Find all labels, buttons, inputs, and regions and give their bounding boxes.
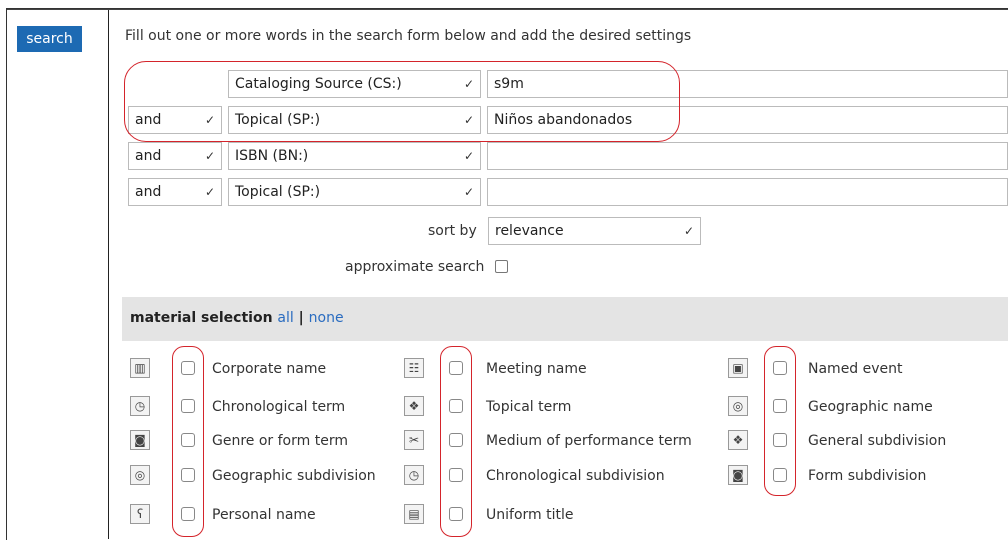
- operator-select-4[interactable]: and ✓: [128, 178, 222, 206]
- sort-label: sort by: [428, 223, 477, 239]
- meeting-icon: ☷: [404, 358, 424, 378]
- sort-select-value: relevance: [495, 223, 564, 239]
- sort-select[interactable]: relevance ✓: [488, 217, 701, 245]
- sidebar-divider: [108, 10, 109, 539]
- material-type-label: Meeting name: [486, 361, 587, 377]
- material-selection-title: material selection all | none: [130, 310, 344, 326]
- chevron-down-icon: ✓: [463, 149, 474, 163]
- chevron-down-icon: ✓: [683, 224, 694, 238]
- material-type-label: Named event: [808, 361, 903, 377]
- material-title-text: material selection: [130, 310, 273, 326]
- instructions: Fill out one or more words in the search…: [125, 28, 692, 44]
- event-icon: ▣: [728, 358, 748, 378]
- material-type-label: Personal name: [212, 507, 316, 523]
- annotation-ring-rows: [124, 61, 680, 142]
- globe-icon: ◎: [130, 465, 150, 485]
- topic-icon: ❖: [404, 396, 424, 416]
- operator-select-4-value: and: [135, 184, 162, 200]
- person-icon: ʕ: [130, 504, 150, 524]
- chevron-down-icon: ✓: [204, 185, 215, 199]
- material-selection-bar: material selection all | none: [122, 297, 1008, 341]
- clock-icon: ◷: [404, 465, 424, 485]
- material-type-label: Geographic subdivision: [212, 468, 376, 484]
- material-type-label: Medium of performance term: [486, 433, 692, 449]
- operator-select-3-value: and: [135, 148, 162, 164]
- annotation-ring-col2: [440, 346, 472, 537]
- field-select-4[interactable]: Topical (SP:) ✓: [228, 178, 481, 206]
- topic-icon: ❖: [728, 430, 748, 450]
- select-all-link[interactable]: all: [277, 310, 293, 326]
- search-input-4[interactable]: [487, 178, 1008, 206]
- field-select-3[interactable]: ISBN (BN:) ✓: [228, 142, 481, 170]
- material-type-label: Form subdivision: [808, 468, 927, 484]
- field-select-3-value: ISBN (BN:): [235, 148, 309, 164]
- material-type-label: Chronological subdivision: [486, 468, 665, 484]
- operator-select-3[interactable]: and ✓: [128, 142, 222, 170]
- clock-icon: ◷: [130, 396, 150, 416]
- book-icon: ▤: [404, 504, 424, 524]
- material-type-label: Topical term: [486, 399, 572, 415]
- material-type-label: Geographic name: [808, 399, 933, 415]
- material-type-label: General subdivision: [808, 433, 947, 449]
- select-none-link[interactable]: none: [309, 310, 344, 326]
- annotation-ring-col1: [172, 346, 204, 537]
- chevron-down-icon: ✓: [463, 185, 474, 199]
- search-input-3[interactable]: [487, 142, 1008, 170]
- link-separator: |: [298, 310, 304, 326]
- material-type-label: Corporate name: [212, 361, 327, 377]
- material-type-label: Chronological term: [212, 399, 346, 415]
- material-type-label: Uniform title: [486, 507, 574, 523]
- search-tab[interactable]: search: [17, 26, 82, 52]
- material-type-label: Genre or form term: [212, 433, 348, 449]
- globe-icon: ◎: [728, 396, 748, 416]
- field-select-4-value: Topical (SP:): [235, 184, 321, 200]
- approximate-search-checkbox[interactable]: [495, 260, 508, 273]
- chevron-down-icon: ✓: [204, 149, 215, 163]
- form-icon: ◙: [728, 465, 748, 485]
- genre-icon: ◙: [130, 430, 150, 450]
- approximate-search-label: approximate search: [345, 259, 485, 275]
- annotation-ring-col3: [764, 346, 796, 496]
- building-icon: ▥: [130, 358, 150, 378]
- instrument-icon: ✂: [404, 430, 424, 450]
